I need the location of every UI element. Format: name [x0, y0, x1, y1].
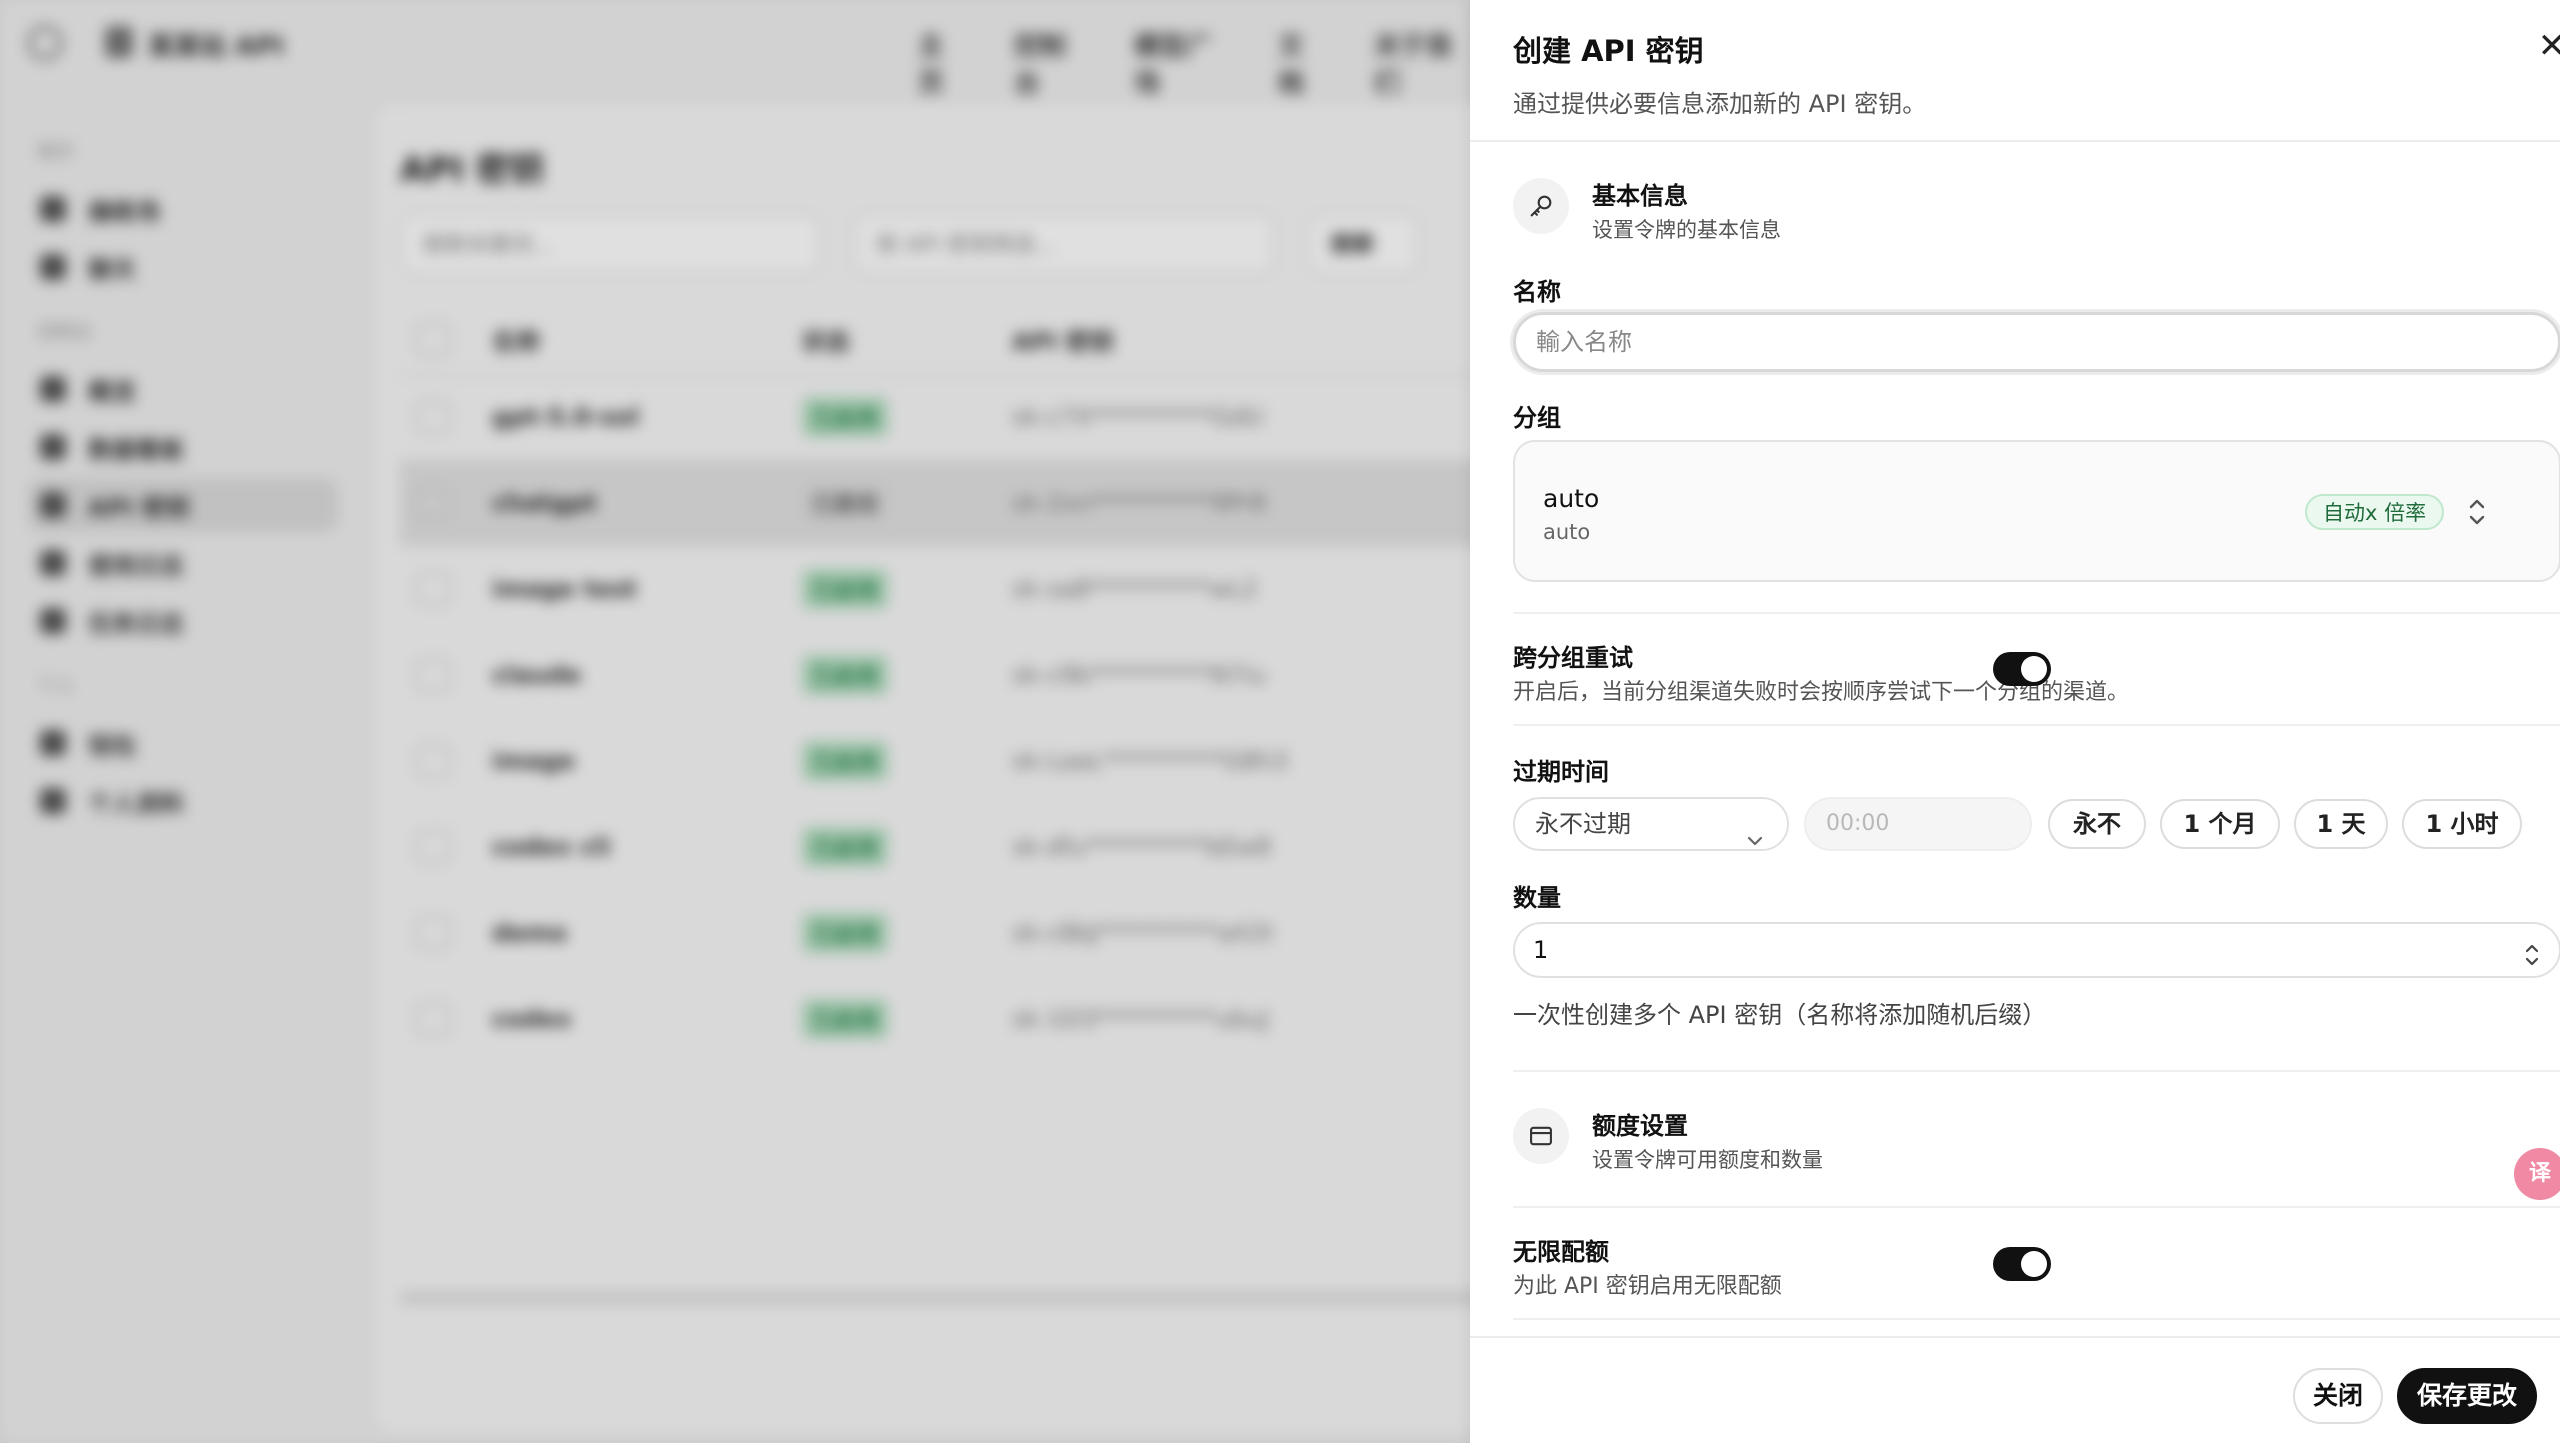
section-subtitle-basic: 设置令牌的基本信息 — [1592, 218, 1781, 242]
expiry-1-hour-button[interactable]: 1 小时 — [2402, 799, 2522, 849]
unlimited-quota-toggle[interactable] — [1993, 1247, 2051, 1281]
divider — [1513, 1318, 2560, 1320]
toggle-knob — [2021, 1251, 2047, 1277]
expiry-time-input[interactable]: 00:00 — [1804, 797, 2032, 851]
section-title-quota: 额度设置 — [1592, 1112, 1688, 1140]
quantity-label: 数量 — [1513, 884, 1561, 912]
toggle-knob — [2021, 656, 2047, 682]
group-label: 分组 — [1513, 404, 1561, 432]
quantity-stepper[interactable]: 1 — [1513, 922, 2560, 978]
divider — [1513, 1070, 2560, 1072]
section-title-basic: 基本信息 — [1592, 182, 1688, 210]
expiry-select[interactable]: 永不过期 — [1513, 797, 1789, 851]
drawer-subtitle: 通过提供必要信息添加新的 API 密钥。 — [1513, 90, 1927, 118]
unlimited-quota-label: 无限配额 — [1513, 1238, 1609, 1266]
close-icon[interactable]: ✕ — [2520, 14, 2560, 78]
stepper-arrows-icon[interactable] — [2523, 936, 2541, 988]
chevron-up-down-icon — [2465, 492, 2489, 532]
expiry-label: 过期时间 — [1513, 758, 1609, 786]
ratio-badge: 自动x 倍率 — [2305, 494, 2445, 530]
name-input[interactable] — [1513, 312, 2560, 372]
cross-retry-label: 跨分组重试 — [1513, 644, 1633, 672]
chevron-down-icon — [1745, 815, 1765, 865]
expiry-never-button[interactable]: 永不 — [2048, 799, 2146, 849]
section-subtitle-quota: 设置令牌可用额度和数量 — [1592, 1148, 1823, 1172]
divider — [1513, 724, 2560, 726]
divider — [1513, 1206, 2560, 1208]
save-button[interactable]: 保存更改 — [2397, 1368, 2537, 1424]
key-icon — [1513, 178, 1569, 234]
drawer-title: 创建 API 密钥 — [1513, 34, 1704, 68]
cross-retry-toggle[interactable] — [1993, 652, 2051, 686]
group-select[interactable]: auto auto 自动x 倍率 — [1513, 440, 2560, 582]
wallet-icon — [1513, 1108, 1569, 1164]
drawer-header: 创建 API 密钥 通过提供必要信息添加新的 API 密钥。 — [1513, 28, 1926, 119]
quantity-hint: 一次性创建多个 API 密钥（名称将添加随机后缀） — [1513, 1001, 2047, 1029]
create-api-key-drawer: 创建 API 密钥 通过提供必要信息添加新的 API 密钥。 ✕ 基本信息 设置… — [1470, 0, 2560, 1443]
modal-overlay[interactable] — [0, 0, 1470, 1443]
quantity-value: 1 — [1533, 936, 1549, 964]
divider — [1513, 612, 2560, 614]
unlimited-quota-description: 为此 API 密钥启用无限配额 — [1513, 1274, 1782, 1299]
expiry-select-value: 永不过期 — [1535, 810, 1631, 838]
close-button[interactable]: 关闭 — [2293, 1368, 2383, 1424]
expiry-1-day-button[interactable]: 1 天 — [2294, 799, 2388, 849]
divider — [1470, 140, 2560, 142]
translate-icon[interactable]: 译 — [2514, 1148, 2560, 1200]
name-label: 名称 — [1513, 278, 1561, 306]
group-value: auto — [1543, 484, 1600, 513]
group-sub-value: auto — [1543, 520, 1591, 544]
footer-divider — [1470, 1336, 2560, 1338]
expiry-1-month-button[interactable]: 1 个月 — [2160, 799, 2280, 849]
